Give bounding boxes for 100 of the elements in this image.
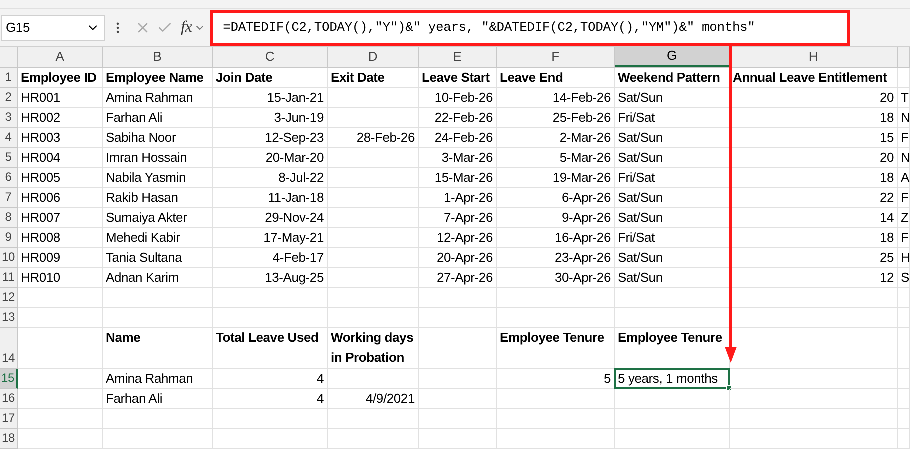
table-cell: F [898, 188, 910, 208]
row-header[interactable]: 4 [0, 128, 18, 148]
table-cell: Working days in Probation [328, 328, 419, 369]
table-cell: 7-Apr-26 [419, 208, 497, 228]
column-header[interactable]: D [328, 47, 419, 67]
table-cell: 19-Mar-26 [497, 168, 615, 188]
table-cell: HR008 [18, 228, 103, 248]
row-header[interactable]: 11 [0, 268, 18, 288]
table-cell: 29-Nov-24 [213, 208, 328, 228]
table-cell: 17-May-21 [213, 228, 328, 248]
row-header[interactable]: 16 [0, 389, 18, 409]
table-cell: HR004 [18, 148, 103, 168]
row-header[interactable]: 2 [0, 88, 18, 108]
column-header[interactable]: C [213, 47, 328, 67]
table-cell: Employee Tenure [497, 328, 615, 369]
table-cell: Sat/Sun [615, 88, 730, 108]
table-cell: Employee ID [18, 68, 103, 88]
table-cell: Sat/Sun [615, 248, 730, 268]
column-header[interactable]: G [615, 47, 730, 67]
table-cell: Z [898, 208, 910, 228]
row-header[interactable]: 1 [0, 68, 18, 88]
table-cell: 15-Jan-21 [213, 88, 328, 108]
table-cell [898, 409, 910, 429]
table-cell: Fri/Sat [615, 108, 730, 128]
table-cell: Mehedi Kabir [103, 228, 213, 248]
table-cell: HR005 [18, 168, 103, 188]
table-cell: 12-Apr-26 [419, 228, 497, 248]
table-cell: Sumaiya Akter [103, 208, 213, 228]
table-cell: 5 years, 1 months [615, 369, 730, 389]
row-header[interactable]: 13 [0, 308, 18, 328]
table-cell: 4-Feb-17 [213, 248, 328, 268]
table-cell: 16-Apr-26 [497, 228, 615, 248]
table-cell [898, 308, 910, 328]
table-cell: 3-Mar-26 [419, 148, 497, 168]
table-cell: Rakib Hasan [103, 188, 213, 208]
row-header[interactable]: 15 [0, 369, 18, 389]
table-cell: 13-Aug-25 [213, 268, 328, 288]
table-cell [898, 389, 910, 409]
row-header[interactable]: 18 [0, 429, 18, 449]
table-cell: Amina Rahman [103, 369, 213, 389]
table-cell: 15 [730, 128, 898, 148]
table-cell: 4 [213, 369, 328, 389]
table-cell: 25-Feb-26 [497, 108, 615, 128]
table-cell: 20 [730, 88, 898, 108]
column-header[interactable]: A [18, 47, 103, 67]
table-cell: 8-Jul-22 [213, 168, 328, 188]
column-header[interactable]: B [103, 47, 213, 67]
table-cell: 12-Sep-23 [213, 128, 328, 148]
table-cell: Fri/Sat [615, 228, 730, 248]
table-cell: 10-Feb-26 [419, 88, 497, 108]
row-header[interactable]: 10 [0, 248, 18, 268]
table-cell [898, 288, 910, 308]
table-cell: 14 [730, 208, 898, 228]
table-cell: H [898, 248, 910, 268]
row-header[interactable]: 3 [0, 108, 18, 128]
table-cell: Employee Name [103, 68, 213, 88]
table-cell [898, 429, 910, 449]
table-cell: 30-Apr-26 [497, 268, 615, 288]
table-cell: 24-Feb-26 [419, 128, 497, 148]
column-header[interactable]: H [730, 47, 898, 67]
table-cell: 20-Mar-20 [213, 148, 328, 168]
table-cell: Fri/Sat [615, 168, 730, 188]
table-cell: 9-Apr-26 [497, 208, 615, 228]
table-cell: 20 [730, 148, 898, 168]
function-icon[interactable]: fx [181, 16, 192, 40]
table-cell: F [898, 228, 910, 248]
column-header[interactable]: E [419, 47, 497, 67]
row-header[interactable]: 6 [0, 168, 18, 188]
row-header[interactable]: 7 [0, 188, 18, 208]
table-cell: Sat/Sun [615, 268, 730, 288]
table-cell: 28-Feb-26 [328, 128, 419, 148]
table-cell: T [898, 88, 910, 108]
table-cell: HR006 [18, 188, 103, 208]
table-cell: Imran Hossain [103, 148, 213, 168]
table-cell: N [898, 148, 910, 168]
table-cell: HR007 [18, 208, 103, 228]
table-cell: 5-Mar-26 [497, 148, 615, 168]
formula-field[interactable]: =DATEDIF(C2,TODAY(),"Y")&" years, "&DATEDIF(C2,TODAY(),"YM")&" months" [210, 10, 850, 46]
row-header[interactable]: 17 [0, 409, 18, 429]
table-cell: 18 [730, 228, 898, 248]
row-header[interactable]: 8 [0, 208, 18, 228]
table-cell: 4 [213, 389, 328, 409]
table-cell: Annual Leave Entitlement [730, 68, 898, 88]
table-cell: 23-Apr-26 [497, 248, 615, 268]
table-cell: Leave End [497, 68, 615, 88]
table-cell: Name [103, 328, 213, 369]
table-cell: Farhan Ali [103, 108, 213, 128]
table-cell: Amina Rahman [103, 88, 213, 108]
row-header[interactable]: 14 [0, 328, 18, 369]
table-cell: 12 [730, 268, 898, 288]
row-header[interactable]: 12 [0, 288, 18, 308]
row-header[interactable]: 5 [0, 148, 18, 168]
table-cell [898, 68, 910, 88]
table-cell: 14-Feb-26 [497, 88, 615, 108]
table-cell: Exit Date [328, 68, 419, 88]
table-cell [898, 328, 910, 369]
table-cell: HR003 [18, 128, 103, 148]
name-box[interactable]: G15 [1, 14, 105, 40]
table-cell: Farhan Ali [103, 389, 213, 409]
row-header[interactable]: 9 [0, 228, 18, 248]
